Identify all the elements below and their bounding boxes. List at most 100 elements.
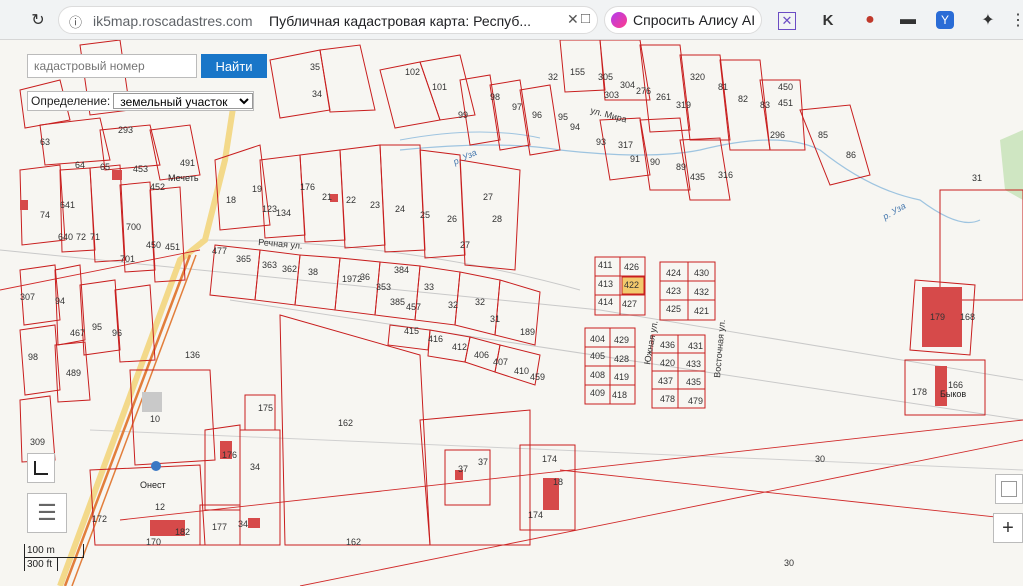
svg-text:435: 435 bbox=[686, 377, 701, 387]
svg-text:450: 450 bbox=[146, 240, 161, 250]
layers-button[interactable]: ☰ bbox=[27, 493, 67, 533]
svg-text:408: 408 bbox=[590, 370, 605, 380]
svg-text:71: 71 bbox=[90, 232, 100, 242]
svg-text:94: 94 bbox=[55, 296, 65, 306]
svg-text:102: 102 bbox=[405, 67, 420, 77]
river-label-2: р. Уза bbox=[880, 201, 907, 223]
search-button[interactable]: Найти bbox=[201, 54, 267, 78]
alice-button[interactable]: Спросить Алису AI bbox=[604, 6, 762, 34]
svg-text:178: 178 bbox=[912, 387, 927, 397]
svg-text:26: 26 bbox=[447, 214, 457, 224]
cadastral-map[interactable]: ул. Мира Речная ул. Южная ул. Восточная … bbox=[0, 40, 1023, 586]
place-mosque: Мечеть bbox=[168, 173, 199, 183]
svg-text:86: 86 bbox=[846, 150, 856, 160]
extension-k-icon[interactable]: K bbox=[816, 8, 840, 32]
svg-text:34: 34 bbox=[250, 462, 260, 472]
svg-text:405: 405 bbox=[590, 351, 605, 361]
svg-text:93: 93 bbox=[596, 137, 606, 147]
svg-text:384: 384 bbox=[394, 265, 409, 275]
svg-text:435: 435 bbox=[690, 172, 705, 182]
svg-text:63: 63 bbox=[40, 137, 50, 147]
svg-text:82: 82 bbox=[738, 94, 748, 104]
street-label-yuzhnaya: Южная ул. bbox=[642, 320, 660, 366]
svg-text:415: 415 bbox=[404, 326, 419, 336]
svg-text:305: 305 bbox=[598, 72, 613, 82]
svg-text:22: 22 bbox=[346, 195, 356, 205]
svg-text:123: 123 bbox=[262, 204, 277, 214]
svg-text:134: 134 bbox=[276, 208, 291, 218]
svg-text:459: 459 bbox=[530, 372, 545, 382]
svg-text:423: 423 bbox=[666, 286, 681, 296]
svg-text:18: 18 bbox=[226, 195, 236, 205]
fullscreen-button[interactable] bbox=[995, 474, 1023, 504]
svg-text:421: 421 bbox=[694, 306, 709, 316]
svg-text:155: 155 bbox=[570, 67, 585, 77]
alice-icon bbox=[611, 12, 627, 28]
svg-text:37: 37 bbox=[458, 464, 468, 474]
scale-bar: 100 m 300 ft bbox=[24, 544, 84, 571]
svg-text:319: 319 bbox=[676, 100, 691, 110]
extension-y-icon[interactable]: Y bbox=[936, 11, 954, 29]
extension-hat-icon[interactable]: ▬ bbox=[896, 8, 920, 32]
measure-tool-button[interactable] bbox=[27, 453, 55, 483]
zoom-in-button[interactable]: + bbox=[993, 513, 1023, 543]
svg-text:30: 30 bbox=[784, 558, 794, 568]
svg-text:413: 413 bbox=[598, 279, 613, 289]
svg-text:12: 12 bbox=[155, 502, 165, 512]
svg-text:166: 166 bbox=[948, 380, 963, 390]
svg-text:101: 101 bbox=[432, 82, 447, 92]
svg-text:72: 72 bbox=[76, 232, 86, 242]
svg-text:437: 437 bbox=[658, 376, 673, 386]
cadastral-number-input[interactable] bbox=[27, 54, 197, 78]
svg-text:189: 189 bbox=[520, 327, 535, 337]
svg-text:436: 436 bbox=[660, 340, 675, 350]
svg-text:97: 97 bbox=[512, 102, 522, 112]
svg-text:25: 25 bbox=[420, 210, 430, 220]
svg-text:34: 34 bbox=[312, 89, 322, 99]
extension-x-icon[interactable]: ✕ bbox=[778, 12, 796, 30]
svg-text:83: 83 bbox=[760, 100, 770, 110]
svg-text:176: 176 bbox=[300, 182, 315, 192]
svg-text:98: 98 bbox=[490, 92, 500, 102]
svg-text:34: 34 bbox=[238, 519, 248, 529]
svg-text:430: 430 bbox=[694, 268, 709, 278]
svg-text:35: 35 bbox=[310, 62, 320, 72]
svg-text:32: 32 bbox=[548, 72, 558, 82]
svg-text:407: 407 bbox=[493, 357, 508, 367]
map-canvas[interactable]: ул. Мира Речная ул. Южная ул. Восточная … bbox=[0, 40, 1023, 586]
svg-text:98: 98 bbox=[28, 352, 38, 362]
svg-text:64: 64 bbox=[75, 160, 85, 170]
svg-text:182: 182 bbox=[175, 527, 190, 537]
refresh-icon[interactable]: ↻ bbox=[26, 8, 50, 32]
svg-text:261: 261 bbox=[656, 92, 671, 102]
bookmark-icon[interactable]: □ bbox=[581, 10, 590, 27]
extensions-puzzle-icon[interactable]: ✦ bbox=[976, 8, 1000, 32]
svg-text:174: 174 bbox=[542, 454, 557, 464]
extension-avatar-icon[interactable]: ● bbox=[858, 8, 882, 32]
svg-text:429: 429 bbox=[614, 335, 629, 345]
cadastral-search: Найти bbox=[27, 54, 267, 78]
svg-text:89: 89 bbox=[676, 162, 686, 172]
svg-text:179: 179 bbox=[930, 312, 945, 322]
alice-label: Спросить Алису AI bbox=[633, 12, 756, 28]
svg-text:422: 422 bbox=[624, 280, 639, 290]
menu-icon[interactable]: ⋮ bbox=[1006, 8, 1023, 32]
svg-text:95: 95 bbox=[558, 112, 568, 122]
url-text: ik5map.roscadastres.com bbox=[93, 13, 253, 29]
site-info-icon[interactable]: ⓘ bbox=[69, 12, 82, 31]
tab-title: Публичная кадастровая карта: Респуб... bbox=[269, 13, 532, 29]
svg-text:162: 162 bbox=[346, 537, 361, 547]
svg-text:37: 37 bbox=[478, 457, 488, 467]
svg-text:418: 418 bbox=[612, 390, 627, 400]
svg-text:353: 353 bbox=[376, 282, 391, 292]
river-label-1: р. Уза bbox=[451, 147, 479, 167]
svg-text:427: 427 bbox=[622, 299, 637, 309]
svg-text:404: 404 bbox=[590, 334, 605, 344]
svg-text:174: 174 bbox=[528, 510, 543, 520]
definition-select[interactable]: земельный участок bbox=[113, 93, 254, 109]
layers-icon: ☰ bbox=[37, 500, 57, 525]
svg-text:94: 94 bbox=[570, 122, 580, 132]
address-bar[interactable]: ⓘ ik5map.roscadastres.com Публичная када… bbox=[58, 6, 598, 34]
close-icon[interactable]: ✕ bbox=[567, 11, 579, 28]
svg-text:96: 96 bbox=[532, 110, 542, 120]
